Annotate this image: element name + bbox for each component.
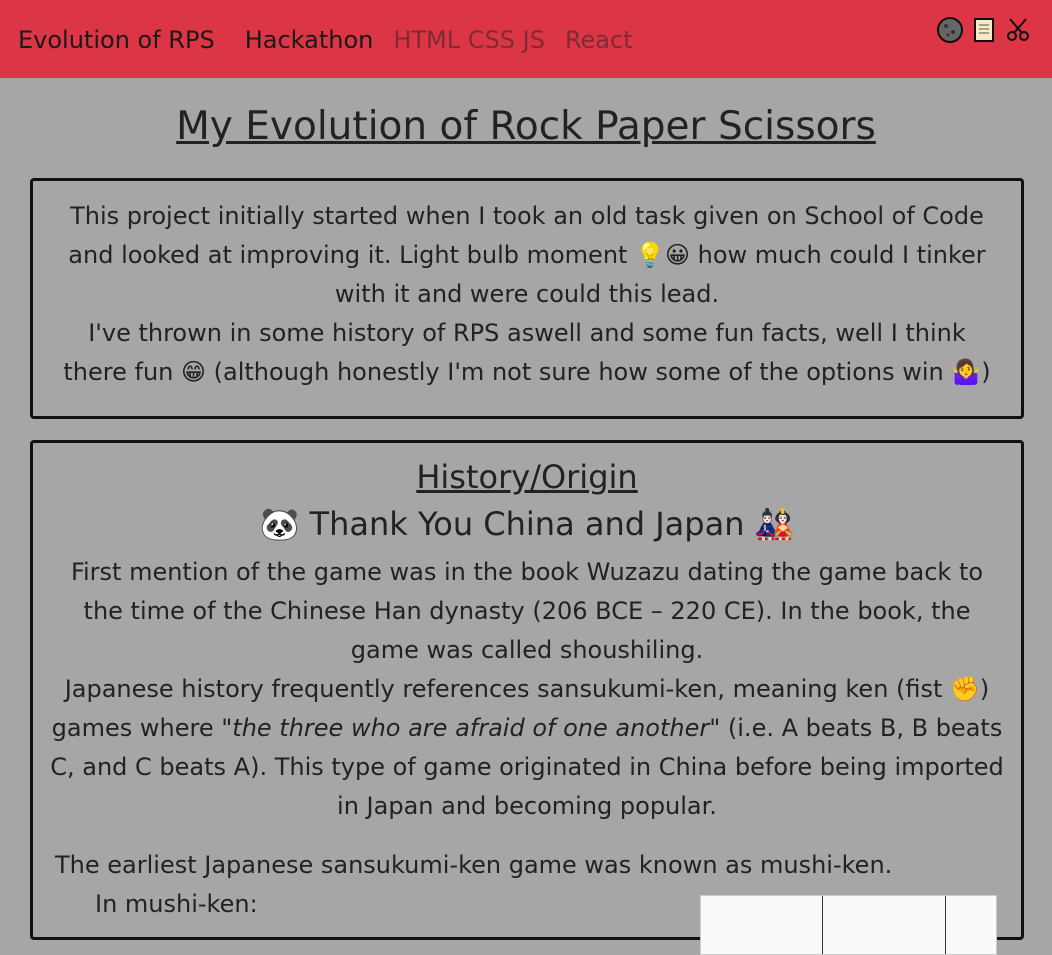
mushi-ken-image: [700, 895, 997, 955]
para2-italic: the three who are afraid of one another: [232, 714, 710, 742]
intro-card: This project initially started when I to…: [30, 178, 1024, 419]
intro-paragraph-1: This project initially started when I to…: [68, 202, 986, 308]
navbar-brand[interactable]: Evolution of RPS: [18, 26, 215, 54]
history-paragraph-3: The earliest Japanese sansukumi-ken game…: [55, 851, 893, 879]
image-panel-3: [946, 896, 996, 954]
nav-link-hackathon[interactable]: Hackathon: [245, 26, 374, 54]
image-panel-1: [701, 896, 824, 954]
rock-icon[interactable]: [936, 16, 964, 44]
intro-paragraph-2: I've thrown in some history of RPS aswel…: [63, 319, 991, 386]
nav-icons: [936, 16, 1032, 44]
history-heading: History/Origin: [416, 458, 638, 496]
page-title: My Evolution of Rock Paper Scissors: [176, 104, 876, 149]
image-panel-2: [823, 896, 946, 954]
history-paragraph-1: First mention of the game was in the boo…: [70, 558, 984, 664]
nav-link-react[interactable]: React: [565, 26, 633, 54]
history-paragraph-2: Japanese history frequently references s…: [49, 670, 1005, 826]
history-card: History/Origin 🐼 Thank You China and Jap…: [30, 440, 1024, 955]
scissors-icon[interactable]: [1004, 16, 1032, 44]
nav-link-html-css-js[interactable]: HTML CSS JS: [393, 26, 545, 54]
history-subheading: 🐼 Thank You China and Japan 🎎: [259, 505, 795, 543]
paper-icon[interactable]: [970, 16, 998, 44]
navbar: Evolution of RPS Hackathon HTML CSS JS R…: [0, 0, 1052, 78]
